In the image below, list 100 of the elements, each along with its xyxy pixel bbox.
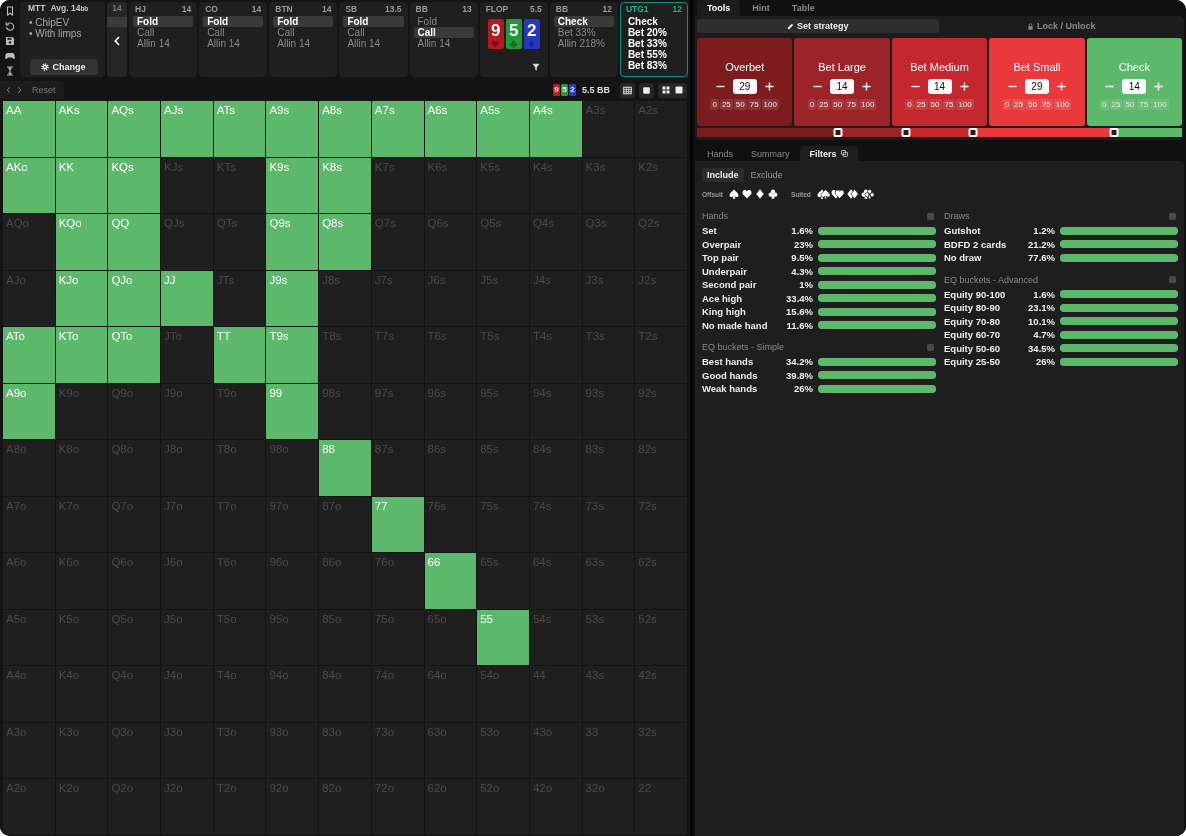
hand-cell[interactable]: A6s: [424, 101, 477, 157]
tab[interactable]: Tools: [697, 0, 741, 16]
hand-cell[interactable]: ATo: [3, 327, 55, 383]
tab[interactable]: Hint: [742, 0, 780, 16]
action-option[interactable]: Allin 14: [133, 38, 194, 49]
position-card[interactable]: HJ 14 Fold Call Allin 14: [129, 2, 198, 77]
mode-button[interactable]: Set strategy: [697, 19, 939, 33]
action-option[interactable]: Fold: [343, 16, 404, 27]
chevron-right-icon[interactable]: [17, 86, 22, 94]
preset-button[interactable]: 75: [1039, 98, 1053, 110]
hand-cell[interactable]: QQ: [108, 214, 161, 270]
hand-cell[interactable]: AKs: [55, 101, 108, 157]
double-heart-icon[interactable]: [831, 189, 845, 199]
hand-cell[interactable]: A4s: [529, 101, 582, 157]
filter-mode-tab[interactable]: Include: [702, 168, 744, 182]
preset-button[interactable]: 100: [1053, 98, 1072, 110]
checkbox[interactable]: [1169, 276, 1176, 283]
action-option[interactable]: Fold: [203, 16, 264, 27]
hand-cell[interactable]: KTo: [55, 327, 108, 383]
preset-button[interactable]: 0: [905, 98, 914, 110]
preset-button[interactable]: 50: [1026, 98, 1039, 110]
table-view-icon[interactable]: [620, 82, 635, 98]
action-option[interactable]: Call: [203, 27, 264, 38]
reset-button[interactable]: Reset: [32, 85, 56, 95]
tab[interactable]: Filters: [799, 146, 858, 161]
hand-cell[interactable]: TT: [213, 327, 266, 383]
value-field[interactable]: 14: [830, 78, 855, 94]
hand-cell[interactable]: J9s: [266, 270, 319, 327]
preset-button[interactable]: 0: [807, 98, 817, 110]
position-card[interactable]: SB 13.5 Fold Call Allin 14: [339, 2, 408, 77]
action-option[interactable]: Bet 20%: [623, 27, 684, 38]
slider-handle[interactable]: [1109, 128, 1119, 137]
square-icon[interactable]: [675, 86, 683, 94]
mode-button[interactable]: Lock / Unlock: [940, 19, 1182, 33]
hand-cell[interactable]: A8s: [319, 101, 371, 157]
position-card[interactable]: BB 12 Check Bet 33% Allin 218%: [549, 2, 618, 77]
hand-cell[interactable]: JJ: [161, 270, 213, 327]
value-field[interactable]: 14: [1122, 78, 1147, 94]
hand-cell[interactable]: A9s: [266, 101, 319, 157]
action-option[interactable]: Allin 218%: [553, 38, 614, 49]
double-club-icon[interactable]: [860, 189, 875, 199]
double-diamond-icon[interactable]: [846, 189, 860, 199]
preset-button[interactable]: 25: [1012, 98, 1025, 110]
strategy-slider-track[interactable]: [697, 128, 1182, 137]
hand-cell[interactable]: 99: [266, 383, 319, 440]
club-icon[interactable]: [767, 189, 778, 199]
hand-cell[interactable]: AJs: [161, 101, 213, 157]
hand-cell[interactable]: KQs: [108, 157, 161, 214]
plus-icon[interactable]: [764, 81, 774, 91]
hand-cell[interactable]: AQs: [108, 101, 161, 157]
preset-button[interactable]: 25: [1109, 98, 1123, 110]
action-option[interactable]: Bet 83%: [623, 60, 684, 71]
position-card[interactable]: BTN 14 Fold Call Allin 14: [269, 2, 338, 77]
preset-button[interactable]: 75: [845, 98, 858, 110]
checkbox[interactable]: [927, 343, 934, 351]
square-icon[interactable]: [639, 82, 654, 98]
preset-button[interactable]: 50: [733, 98, 747, 110]
action-option[interactable]: Allin 14: [343, 38, 404, 49]
hand-cell[interactable]: A5s: [477, 101, 529, 157]
action-option[interactable]: Fold: [133, 16, 194, 27]
grid-icon[interactable]: [662, 86, 670, 94]
spade-icon[interactable]: [728, 189, 739, 199]
tab[interactable]: Hands: [699, 146, 741, 161]
slider-handle[interactable]: [901, 128, 911, 137]
action-option[interactable]: Bet 33%: [623, 38, 684, 49]
value-field[interactable]: 29: [732, 78, 757, 94]
preset-button[interactable]: 0: [1100, 98, 1109, 110]
tab[interactable]: Table: [781, 0, 825, 16]
action-option[interactable]: Call: [343, 27, 404, 38]
position-card[interactable]: BB 13 Fold Call Allin 14: [409, 2, 478, 77]
hand-cell[interactable]: AA: [3, 101, 55, 157]
double-spade-icon[interactable]: [816, 189, 831, 199]
hand-cell[interactable]: AKo: [3, 157, 55, 214]
hand-cell[interactable]: 77: [371, 496, 424, 553]
preset-button[interactable]: 25: [719, 98, 733, 110]
hand-cell[interactable]: Q8s: [319, 214, 371, 270]
plus-icon[interactable]: [959, 81, 969, 91]
action-option[interactable]: Allin 14: [273, 38, 334, 49]
checkbox[interactable]: [927, 212, 934, 220]
hand-cell[interactable]: KK: [55, 157, 108, 214]
heart-icon[interactable]: [741, 189, 752, 199]
gamepad-icon[interactable]: [5, 51, 15, 61]
filter-mode-tab[interactable]: Exclude: [745, 168, 788, 182]
hand-cell[interactable]: KJo: [55, 270, 108, 327]
hand-cell[interactable]: ATs: [213, 101, 266, 157]
plus-icon[interactable]: [862, 81, 872, 91]
hand-cell[interactable]: 55: [477, 609, 529, 666]
hand-cell[interactable]: Q9s: [266, 214, 319, 270]
hand-cell[interactable]: K9s: [266, 157, 319, 214]
action-option[interactable]: Check: [553, 16, 614, 27]
preset-button[interactable]: 75: [747, 98, 761, 110]
action-option[interactable]: Allin 14: [203, 38, 264, 49]
value-field[interactable]: 29: [1024, 78, 1049, 94]
preset-button[interactable]: 100: [859, 98, 877, 110]
hand-cell[interactable]: A7s: [371, 101, 424, 157]
action-option[interactable]: Call: [273, 27, 334, 38]
tab[interactable]: Summary: [743, 146, 798, 161]
checkbox[interactable]: [1169, 212, 1176, 220]
hand-cell[interactable]: A9o: [3, 383, 55, 440]
value-field[interactable]: 14: [927, 78, 952, 94]
